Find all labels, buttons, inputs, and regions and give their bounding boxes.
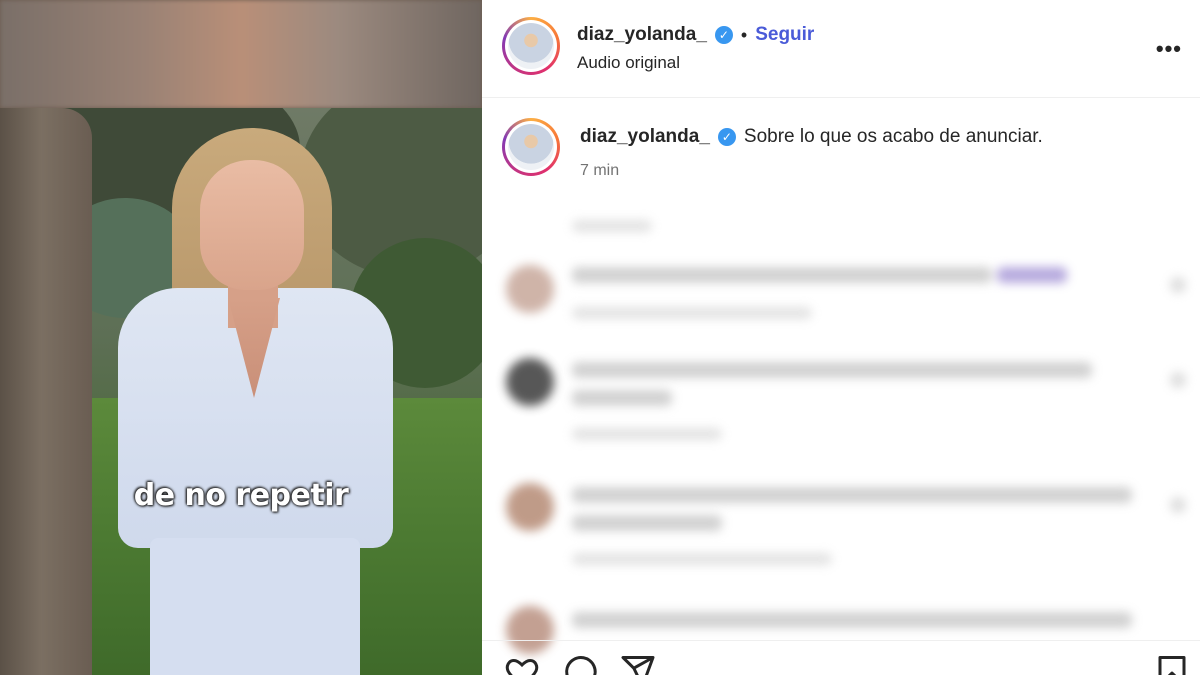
bookmark-icon[interactable]	[1154, 653, 1190, 675]
tree-trunk	[0, 108, 92, 675]
speaker-pants	[150, 538, 360, 675]
comment-text-placeholder	[572, 515, 722, 531]
follow-button[interactable]: Seguir	[755, 24, 814, 46]
speaker	[110, 118, 400, 675]
comment-placeholder	[572, 220, 652, 232]
caption-username[interactable]: diaz_yolanda_	[580, 126, 710, 148]
comment-avatar	[506, 265, 554, 313]
comment-text-placeholder	[572, 487, 1132, 503]
video-frame	[0, 108, 482, 675]
comment-avatar	[506, 358, 554, 406]
heart-icon[interactable]	[1170, 497, 1186, 513]
more-options-icon[interactable]: •••	[1156, 36, 1182, 62]
comment-text-placeholder	[572, 362, 1092, 378]
header-name-row: diaz_yolanda_ ✓ • Seguir	[577, 24, 814, 46]
username-link[interactable]: diaz_yolanda_	[577, 24, 707, 46]
caption-line: diaz_yolanda_ ✓ Sobre lo que os acabo de…	[580, 126, 1043, 148]
caption-text: Sobre lo que os acabo de anunciar.	[743, 126, 1043, 147]
comment-text-placeholder	[572, 267, 992, 283]
comment-text-placeholder	[572, 612, 1132, 628]
post-actions-bar	[482, 640, 1200, 675]
comment-meta-placeholder	[572, 553, 832, 565]
comment-text-placeholder	[572, 390, 672, 406]
heart-icon[interactable]	[1170, 372, 1186, 388]
heart-icon[interactable]	[504, 653, 540, 675]
comment-emoji-placeholder	[997, 267, 1067, 283]
avatar[interactable]	[502, 17, 560, 75]
caption-avatar[interactable]	[502, 118, 560, 176]
heart-icon[interactable]	[1170, 277, 1186, 293]
comment-meta-placeholder	[572, 307, 812, 319]
separator-dot: •	[740, 24, 748, 45]
speaker-face	[200, 160, 304, 290]
post-header: diaz_yolanda_ ✓ • Seguir Audio original …	[482, 0, 1200, 98]
post-timestamp[interactable]: 7 min	[580, 162, 619, 180]
video-player[interactable]: de no repetir	[0, 0, 482, 675]
verified-badge-icon: ✓	[717, 128, 736, 146]
video-caption: de no repetir	[133, 478, 349, 513]
comment-icon[interactable]	[562, 653, 598, 675]
post-panel: diaz_yolanda_ ✓ • Seguir Audio original …	[482, 0, 1200, 675]
audio-original-link[interactable]: Audio original	[577, 53, 680, 73]
comments-list-blurred	[492, 200, 1200, 654]
post-caption-block: diaz_yolanda_ ✓ Sobre lo que os acabo de…	[482, 98, 1200, 198]
video-blurred-top	[0, 0, 482, 108]
comment-avatar	[506, 483, 554, 531]
comment-meta-placeholder	[572, 428, 722, 440]
share-icon[interactable]	[620, 653, 656, 675]
verified-badge-icon: ✓	[714, 26, 733, 44]
